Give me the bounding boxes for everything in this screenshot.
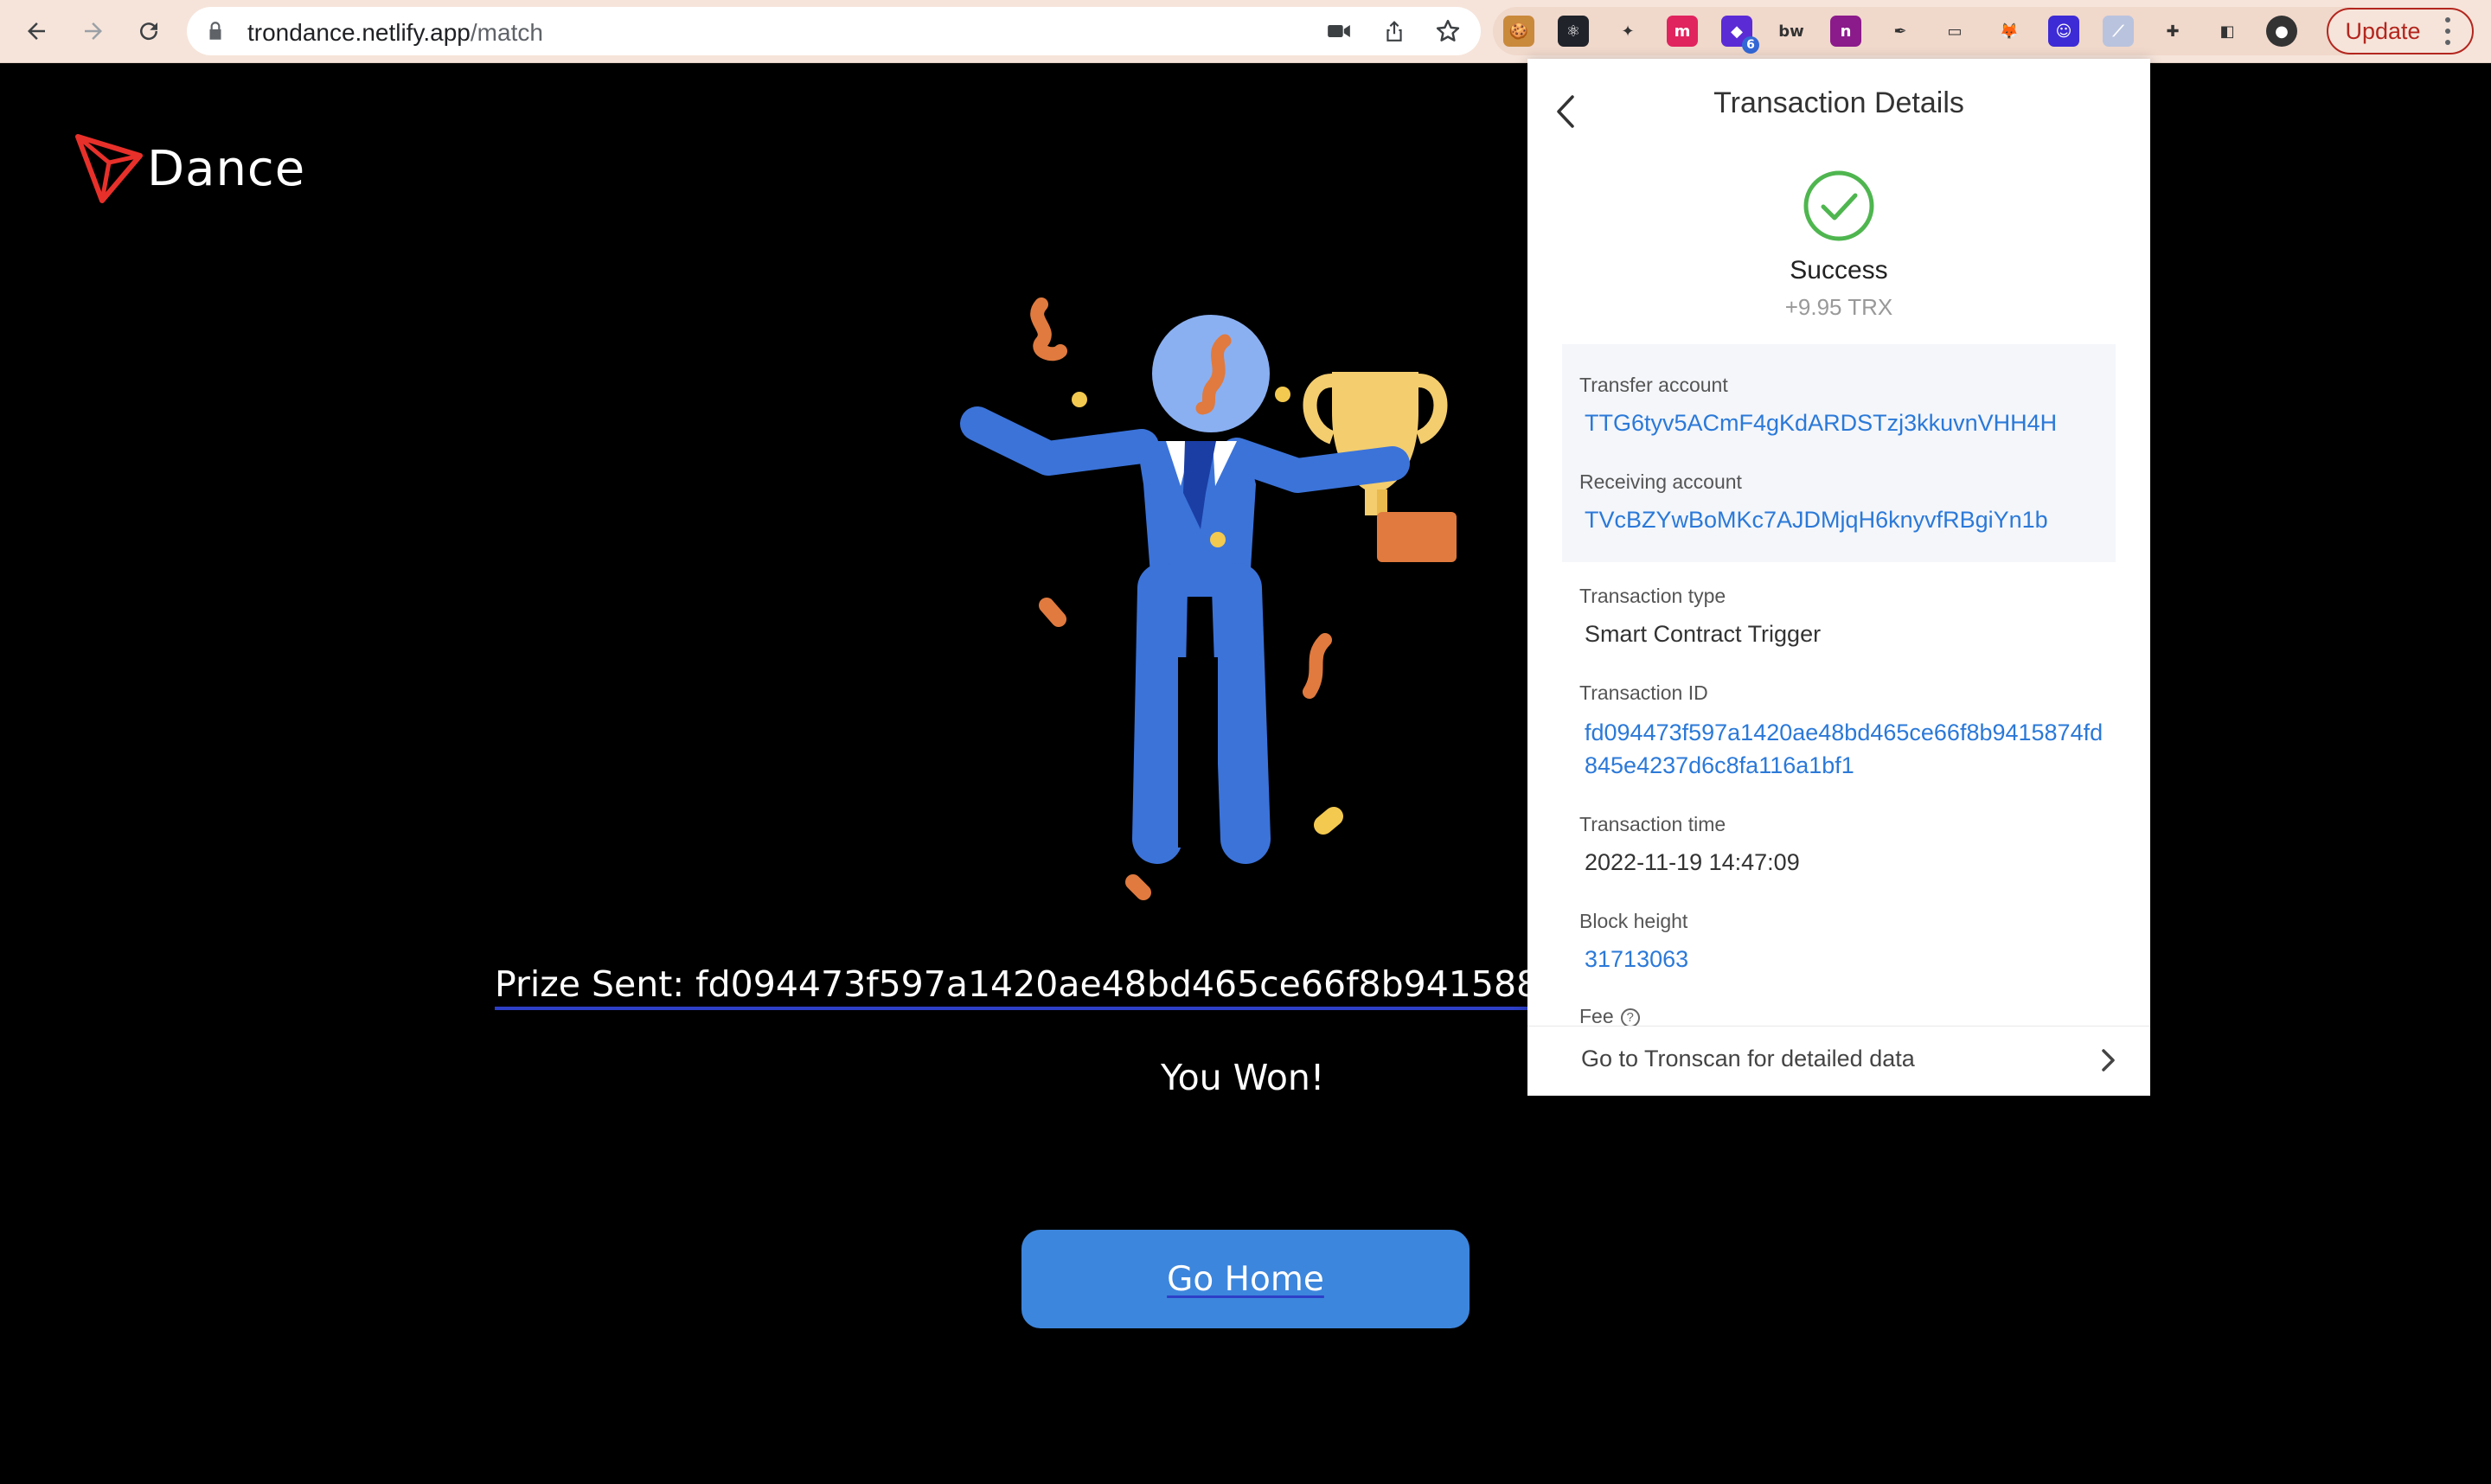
- help-icon[interactable]: ?: [1620, 1007, 1640, 1027]
- extension-badge: 6: [1742, 36, 1759, 54]
- popup-title: Transaction Details: [1713, 86, 1964, 119]
- extensions-bar: 🍪 ⚛ ✦ m ◆ 6 bw n ✒ ▭ 🦊 ☺ ⟋ ✚ ◧ ●: [1493, 7, 2373, 55]
- transaction-status: Success: [1790, 256, 1888, 285]
- transfer-account-link[interactable]: TTG6tyv5ACmF4gKdARDSTzj3kkuvnVHH4H: [1585, 410, 2057, 437]
- eyedropper-icon[interactable]: ✒: [1885, 16, 1916, 47]
- camera-blocked-button[interactable]: [1325, 17, 1353, 45]
- tron-logo-icon: [75, 134, 143, 203]
- n-block-icon[interactable]: n: [1830, 16, 1861, 47]
- puzzle-icon[interactable]: ✚: [2157, 16, 2188, 47]
- prize-sent-text: Prize Sent: fd094473f597a1420ae48bd465ce…: [495, 963, 1527, 1005]
- cookie-icon[interactable]: 🍪: [1503, 16, 1534, 47]
- back-button[interactable]: [17, 12, 55, 50]
- transaction-type-value: Smart Contract Trigger: [1585, 621, 1822, 647]
- go-home-label: Go Home: [1167, 1259, 1324, 1299]
- share-button[interactable]: [1380, 17, 1408, 45]
- transaction-type-label: Transaction type: [1579, 585, 1726, 607]
- receiving-account-link[interactable]: TVcBZYwBoMKc7AJDMjqH6knyvfRBgiYn1b: [1585, 507, 2048, 534]
- lock-icon: [209, 22, 221, 40]
- reload-button[interactable]: [130, 12, 168, 50]
- forward-button[interactable]: [74, 12, 112, 50]
- face-icon[interactable]: ☺: [2048, 16, 2079, 47]
- share-icon: [1386, 21, 1402, 42]
- winner-trophy-illustration: [960, 297, 1457, 900]
- update-label: Update: [2345, 17, 2421, 44]
- transaction-time-value: 2022-11-19 14:47:09: [1585, 849, 1800, 875]
- receiving-account-label: Receiving account: [1579, 470, 1742, 493]
- transfer-account-label: Transfer account: [1579, 374, 1728, 396]
- browser-toolbar: trondance.netlify.app/match 🍪 ⚛ ✦ m ◆ 6 bw n ✒ ▭ 🦊…: [0, 0, 2491, 63]
- transaction-amount: +9.95 TRX: [1784, 294, 1893, 320]
- arrow-right-icon: [85, 22, 102, 40]
- fee-label: Fee: [1579, 1005, 1614, 1027]
- block-height-label: Block height: [1579, 910, 1688, 932]
- site-logo[interactable]: Dance: [74, 133, 305, 204]
- prize-sent-link[interactable]: Prize Sent: fd094473f597a1420ae48bd465ce…: [495, 963, 1527, 1010]
- m-circle-icon[interactable]: m: [1667, 16, 1698, 47]
- sparkle-icon[interactable]: ✦: [1612, 16, 1643, 47]
- metamask-icon[interactable]: 🦊: [1994, 16, 2025, 47]
- chevron-right-icon: [2102, 1049, 2115, 1071]
- transaction-id-label: Transaction ID: [1579, 681, 1708, 704]
- go-home-button[interactable]: Go Home: [1021, 1230, 1470, 1328]
- arrow-left-icon: [28, 22, 45, 40]
- video-camera-icon: [1328, 25, 1350, 37]
- star-icon: [1436, 19, 1460, 42]
- fee-label-row: Fee?: [1579, 1005, 1640, 1028]
- react-devtools-icon[interactable]: ⚛: [1558, 16, 1589, 47]
- profile-avatar-icon[interactable]: ●: [2266, 16, 2297, 47]
- screen-icon[interactable]: ▭: [1939, 16, 1970, 47]
- block-height-link[interactable]: 31713063: [1585, 946, 1688, 973]
- logo-text: Dance: [147, 140, 306, 197]
- url-text: trondance.netlify.app/match: [247, 19, 543, 47]
- menu-icon[interactable]: [2437, 14, 2458, 48]
- bookmark-button[interactable]: [1434, 17, 1462, 45]
- transaction-time-label: Transaction time: [1579, 813, 1726, 835]
- cube-icon[interactable]: ◆ 6: [1721, 16, 1759, 54]
- bw-icon[interactable]: bw: [1776, 16, 1807, 47]
- tronscan-link[interactable]: Go to Tronscan for detailed data: [1527, 1026, 2150, 1096]
- url-path: /match: [470, 19, 543, 46]
- url-host: trondance.netlify.app: [247, 19, 471, 46]
- reload-icon: [140, 22, 158, 41]
- sidepanel-icon[interactable]: ◧: [2212, 16, 2243, 47]
- tronlink-icon[interactable]: ⟋: [2103, 16, 2134, 47]
- tronscan-link-label: Go to Tronscan for detailed data: [1581, 1046, 1915, 1071]
- result-message: You Won!: [1161, 1057, 1325, 1098]
- address-bar[interactable]: trondance.netlify.app/match: [187, 7, 1481, 55]
- success-check-icon: [1803, 170, 1874, 241]
- transaction-id-link[interactable]: fd094473f597a1420ae48bd465ce66f8b9415874…: [1585, 716, 2104, 782]
- transaction-details-popup: Transaction Details Success +9.95 TRX Tr…: [1527, 59, 2150, 1096]
